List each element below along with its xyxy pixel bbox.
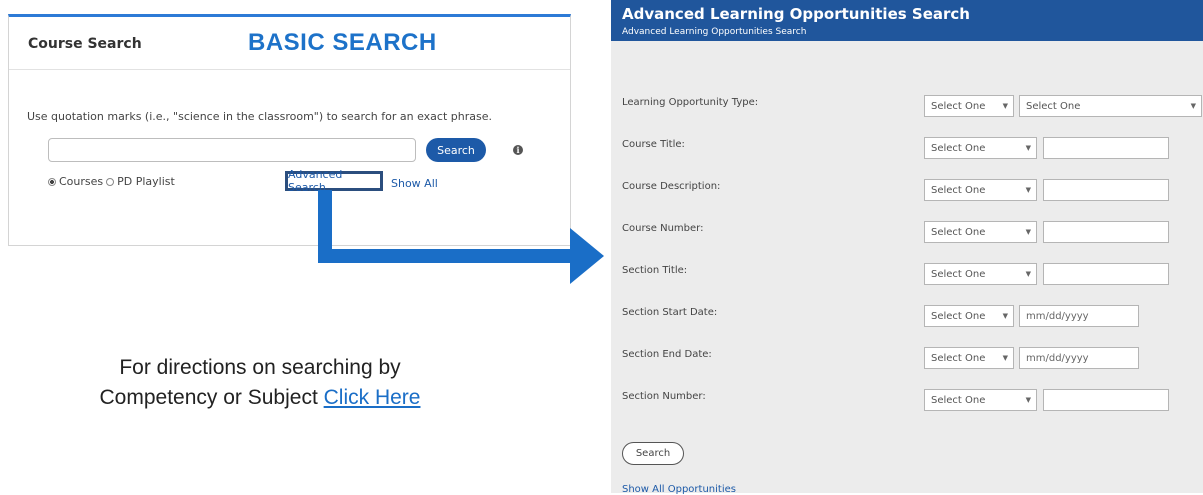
chevron-down-icon: ▼ bbox=[1190, 102, 1196, 110]
search-instruction: Use quotation marks (i.e., "science in t… bbox=[27, 110, 492, 123]
course-description-operator-value: Select One bbox=[931, 184, 986, 196]
advanced-search-panel bbox=[611, 0, 1203, 493]
section-title-operator-value: Select One bbox=[931, 268, 986, 280]
basic-search-panel: Course Search BASIC SEARCH Use quotation… bbox=[8, 14, 571, 246]
playlist-radio-label[interactable]: PD Playlist bbox=[117, 175, 175, 188]
field-label-course-number: Course Number: bbox=[622, 223, 704, 234]
course-description-input[interactable] bbox=[1043, 179, 1169, 201]
course-description-operator-select[interactable]: Select One ▼ bbox=[924, 179, 1037, 201]
section-title-operator-select[interactable]: Select One ▼ bbox=[924, 263, 1037, 285]
search-button[interactable]: Search bbox=[426, 138, 486, 162]
click-here-link[interactable]: Click Here bbox=[324, 386, 421, 409]
panel-header: Course Search BASIC SEARCH bbox=[9, 17, 570, 70]
advanced-search-title: Advanced Learning Opportunities Search bbox=[622, 5, 970, 23]
courses-radio-label[interactable]: Courses bbox=[59, 175, 103, 188]
start-date-operator-value: Select One bbox=[931, 310, 986, 322]
section-number-input[interactable] bbox=[1043, 389, 1169, 411]
show-all-opportunities-link[interactable]: Show All Opportunities bbox=[622, 484, 736, 495]
end-date-operator-select[interactable]: Select One ▼ bbox=[924, 347, 1014, 369]
directions-text: For directions on searching by Competenc… bbox=[20, 353, 500, 413]
field-label-section-end-date: Section End Date: bbox=[622, 349, 712, 360]
course-number-operator-select[interactable]: Select One ▼ bbox=[924, 221, 1037, 243]
field-label-section-start-date: Section Start Date: bbox=[622, 307, 718, 318]
directions-line-2-text: Competency or Subject bbox=[99, 386, 324, 409]
chevron-down-icon: ▼ bbox=[1025, 270, 1031, 278]
start-date-input[interactable]: mm/dd/yyyy bbox=[1019, 305, 1139, 327]
chevron-down-icon: ▼ bbox=[1025, 228, 1031, 236]
opportunity-type-select-2[interactable]: Select One ▼ bbox=[1019, 95, 1202, 117]
directions-line-2: Competency or Subject Click Here bbox=[20, 383, 500, 413]
opportunity-type-select-1-value: Select One bbox=[931, 100, 986, 112]
field-label-section-title: Section Title: bbox=[622, 265, 688, 276]
field-label-section-number: Section Number: bbox=[622, 391, 706, 402]
course-number-operator-value: Select One bbox=[931, 226, 986, 238]
advanced-search-button[interactable]: Search bbox=[622, 442, 684, 465]
chevron-down-icon: ▼ bbox=[1002, 102, 1008, 110]
course-number-input[interactable] bbox=[1043, 221, 1169, 243]
courses-radio-icon[interactable] bbox=[48, 177, 56, 186]
search-input[interactable] bbox=[48, 138, 416, 162]
course-title-input[interactable] bbox=[1043, 137, 1169, 159]
opportunity-type-select-2-value: Select One bbox=[1026, 100, 1081, 112]
chevron-down-icon: ▼ bbox=[1025, 396, 1031, 404]
end-date-operator-value: Select One bbox=[931, 352, 986, 364]
arrow-head bbox=[570, 228, 604, 284]
show-all-link[interactable]: Show All bbox=[391, 177, 438, 190]
info-icon[interactable]: i bbox=[513, 145, 523, 155]
start-date-operator-select[interactable]: Select One ▼ bbox=[924, 305, 1014, 327]
chevron-down-icon: ▼ bbox=[1025, 186, 1031, 194]
opportunity-type-select-1[interactable]: Select One ▼ bbox=[924, 95, 1014, 117]
field-label-opportunity-type: Learning Opportunity Type: bbox=[622, 97, 759, 108]
field-label-course-description: Course Description: bbox=[622, 181, 721, 192]
course-title-operator-value: Select One bbox=[931, 142, 986, 154]
section-number-operator-value: Select One bbox=[931, 394, 986, 406]
end-date-input[interactable]: mm/dd/yyyy bbox=[1019, 347, 1139, 369]
field-label-course-title: Course Title: bbox=[622, 139, 685, 150]
directions-line-1: For directions on searching by bbox=[119, 356, 401, 379]
search-type-radios: Courses PD Playlist bbox=[48, 175, 175, 188]
chevron-down-icon: ▼ bbox=[1002, 312, 1008, 320]
course-title-operator-select[interactable]: Select One ▼ bbox=[924, 137, 1037, 159]
basic-search-label: BASIC SEARCH bbox=[248, 29, 437, 56]
section-number-operator-select[interactable]: Select One ▼ bbox=[924, 389, 1037, 411]
advanced-search-subtitle: Advanced Learning Opportunities Search bbox=[622, 27, 807, 37]
section-title-input[interactable] bbox=[1043, 263, 1169, 285]
advanced-search-link[interactable]: Advanced Search bbox=[285, 168, 383, 194]
chevron-down-icon: ▼ bbox=[1002, 354, 1008, 362]
chevron-down-icon: ▼ bbox=[1025, 144, 1031, 152]
playlist-radio-icon[interactable] bbox=[106, 177, 115, 186]
panel-title: Course Search bbox=[28, 36, 142, 52]
